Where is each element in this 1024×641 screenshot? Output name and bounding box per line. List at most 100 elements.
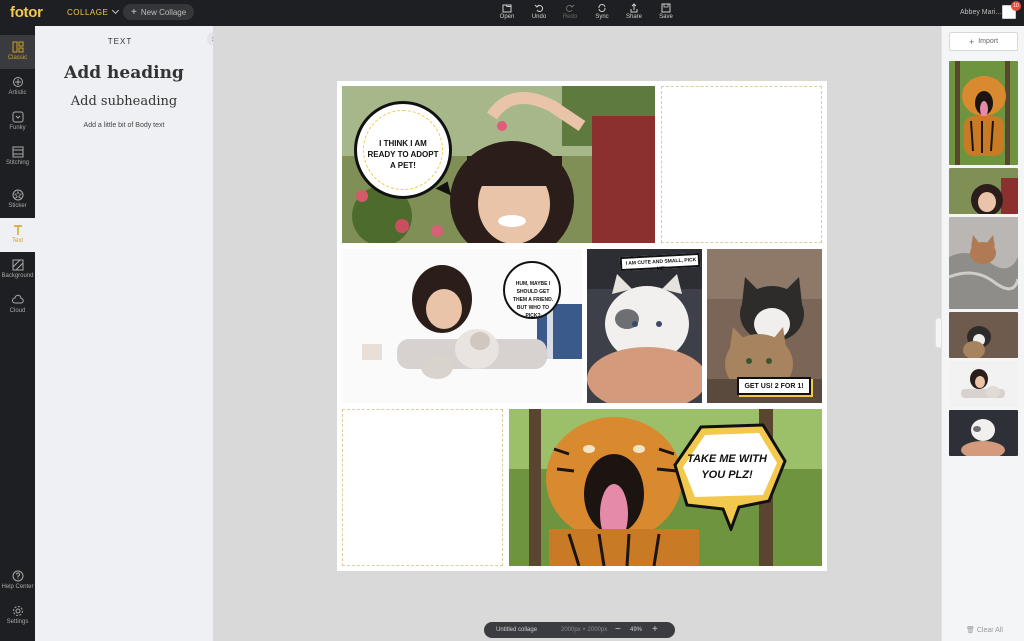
nav-stitching[interactable]: Stitching (0, 140, 35, 174)
nav-cloud-label: Cloud (9, 308, 26, 314)
nav-artistic[interactable]: Artistic (0, 70, 35, 104)
left-nav: Classic Artistic Funky Stitching Sticker… (0, 26, 35, 641)
two-cats-thumbnail-image (949, 312, 1018, 358)
save-label: Save (659, 14, 673, 20)
fotor-logo[interactable]: fotor (10, 4, 43, 21)
nav-text[interactable]: Text (0, 218, 35, 252)
nav-sticker[interactable]: Sticker (0, 183, 35, 217)
top-bar: fotor COLLAGE + New Collage Open Undo Re… (0, 0, 1024, 26)
nav-artistic-label: Artistic (8, 90, 27, 96)
clear-all-label: Clear All (976, 627, 1003, 634)
nav-background-label: Background (1, 273, 34, 279)
nav-cloud[interactable]: Cloud (0, 288, 35, 322)
collage-menu-label: COLLAGE (67, 8, 109, 17)
redo-label: Redo (562, 14, 578, 20)
save-icon (661, 3, 671, 13)
speech-bubble-1[interactable]: I THINK I AM READY TO ADOPT A PET! (354, 101, 452, 199)
photo-cell-girl-cats[interactable]: HUM, MAYBE I SHOULD GET THEM A FRIEND. B… (342, 249, 582, 403)
photo-cell-white-kitten[interactable]: I AM CUTE AND SMALL, PICK ME! (587, 249, 702, 403)
new-collage-label: New Collage (140, 7, 187, 17)
canvas-size: 2000px × 2000px (561, 627, 608, 633)
open-label: Open (499, 14, 515, 20)
redo-icon (565, 4, 575, 12)
zoom-out-button[interactable]: − (615, 624, 621, 635)
thumbnail-tiger[interactable] (949, 61, 1018, 165)
plus-icon: + (131, 6, 137, 18)
nav-text-label: Text (11, 238, 23, 244)
tiger-thumbnail-image (949, 61, 1018, 165)
panel-title: TEXT (107, 37, 133, 46)
thumbnail-girl-wink[interactable] (949, 168, 1018, 214)
girl-wink-thumbnail-image (949, 168, 1018, 214)
trash-icon: 🗑 (966, 627, 975, 634)
folder-icon (502, 4, 512, 13)
stitching-icon (12, 146, 23, 158)
undo-label: Undo (531, 14, 547, 20)
undo-icon (534, 4, 544, 12)
bubble-5-text: TAKE ME WITH YOU PLZ! (687, 453, 767, 481)
sync-label: Sync (595, 14, 609, 20)
nav-settings[interactable]: Settings (0, 599, 35, 633)
thumbnail-girl-cats[interactable] (949, 361, 1018, 407)
bubble-2-text: HUM, MAYBE I SHOULD GET THEM A FRIEND. B… (512, 281, 554, 319)
empty-photo-slot-top-right[interactable] (661, 86, 822, 243)
speech-bubble-3[interactable]: I AM CUTE AND SMALL, PICK ME! (619, 252, 701, 272)
user-name[interactable]: Abbey Mari... (960, 9, 1001, 16)
nav-help-center[interactable]: Help Center (0, 564, 35, 598)
save-button[interactable]: Save (651, 3, 681, 20)
share-button[interactable]: Share (619, 3, 649, 20)
text-t-icon (13, 225, 22, 235)
nav-funky[interactable]: Funky (0, 105, 35, 139)
status-bar: Untitled collage 2000px × 2000px − 49% + (484, 622, 675, 638)
thumbnail-white-kitten[interactable] (949, 410, 1018, 456)
empty-photo-slot-bottom-left[interactable] (342, 409, 503, 566)
collage-name[interactable]: Untitled collage (496, 627, 537, 633)
white-kitten-thumbnail-image (949, 410, 1018, 456)
plus-icon: + (968, 36, 975, 47)
new-collage-button[interactable]: + New Collage (123, 4, 195, 20)
girl-cats-thumbnail-image (949, 361, 1018, 407)
photo-sidebar: + Import 🗑 Clear All (941, 26, 1024, 641)
chevron-down-icon (112, 6, 120, 15)
sticker-icon (12, 189, 23, 201)
nav-classic[interactable]: Classic (0, 35, 35, 69)
sync-button[interactable]: Sync (587, 3, 617, 20)
bubble-4-text: GET US! 2 FOR 1! (744, 383, 804, 390)
zoom-in-button[interactable]: + (652, 624, 658, 635)
artistic-icon (12, 77, 23, 87)
nav-funky-label: Funky (9, 125, 26, 131)
classic-grid-icon (12, 41, 23, 53)
zoom-level: 49% (630, 627, 643, 633)
undo-button[interactable]: Undo (524, 3, 554, 20)
cloud-icon (11, 294, 24, 304)
open-button[interactable]: Open (492, 3, 522, 20)
help-icon (12, 570, 23, 582)
nav-sticker-label: Sticker (8, 203, 27, 209)
nav-help-label: Help Center (1, 584, 34, 590)
cat-blanket-thumbnail-image (949, 217, 1018, 309)
share-icon (630, 3, 638, 13)
clear-all-button[interactable]: 🗑 Clear All (966, 626, 1003, 634)
import-button[interactable]: + Import (949, 32, 1018, 51)
add-heading-option[interactable]: Add heading (35, 63, 213, 83)
redo-button[interactable]: Redo (555, 3, 585, 20)
speech-bubble-2[interactable]: HUM, MAYBE I SHOULD GET THEM A FRIEND. B… (503, 261, 561, 319)
sync-icon (598, 3, 606, 13)
thumbnail-two-cats[interactable] (949, 312, 1018, 358)
text-panel: TEXT × Add heading Add subheading Add a … (35, 26, 221, 641)
add-subheading-option[interactable]: Add subheading (35, 94, 213, 109)
share-label: Share (625, 14, 642, 20)
import-label: Import (978, 38, 999, 45)
add-body-text-option[interactable]: Add a little bit of Body text (35, 122, 213, 129)
collage-menu[interactable]: COLLAGE (67, 6, 120, 17)
thumbnail-cat-blanket[interactable] (949, 217, 1018, 309)
workspace: I THINK I AM READY TO ADOPT A PET! HUM, (213, 26, 941, 641)
speech-bubble-4[interactable]: GET US! 2 FOR 1! (737, 377, 811, 395)
nav-background[interactable]: Background (0, 253, 35, 287)
nav-settings-label: Settings (6, 619, 29, 625)
photo-cell-two-cats[interactable]: GET US! 2 FOR 1! (707, 249, 822, 403)
bubble-1-text: I THINK I AM READY TO ADOPT A PET! (367, 139, 439, 170)
photo-cell-girl-wink[interactable]: I THINK I AM READY TO ADOPT A PET! (342, 86, 655, 243)
notification-badge: 10 (1011, 1, 1021, 11)
photo-cell-tiger[interactable]: TAKE ME WITH YOU PLZ! (509, 409, 822, 566)
